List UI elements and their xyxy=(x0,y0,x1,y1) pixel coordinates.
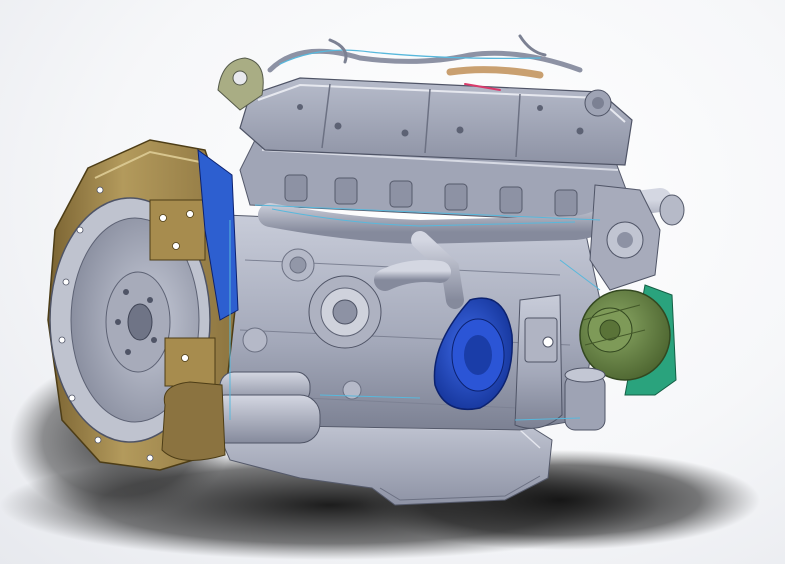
turbo-compressor xyxy=(308,275,382,349)
fuel-filter xyxy=(564,367,606,431)
exhaust-downpipe xyxy=(514,294,563,429)
cad-viewport xyxy=(0,0,785,564)
valve-cover xyxy=(239,77,633,166)
engine-illustration xyxy=(0,34,760,560)
